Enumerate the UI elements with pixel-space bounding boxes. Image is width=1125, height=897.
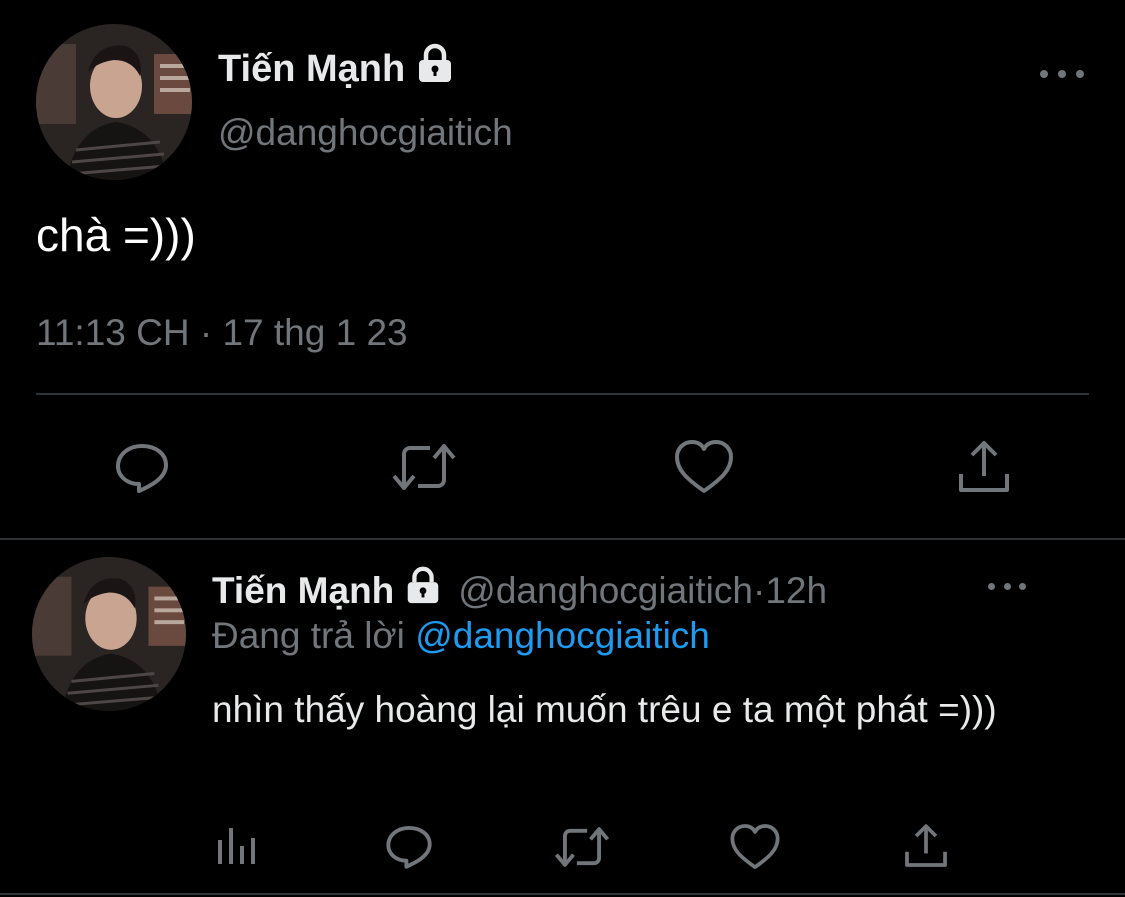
display-name[interactable]: Tiến Mạnh [218,48,405,91]
retweet-icon [554,827,610,867]
share-button[interactable] [900,820,952,872]
replying-to-label: Đang trả lời [212,615,405,656]
more-dot [1019,582,1026,590]
reply-button[interactable] [112,437,172,497]
avatar-photo [36,24,192,180]
main-display-name-row[interactable]: Tiến Mạnh [218,42,457,96]
lock-icon [413,42,457,96]
main-handle[interactable]: @danghocgiaitich [218,112,513,154]
thread-divider [0,538,1125,540]
lock-icon [402,565,444,616]
retweet-icon [392,444,456,490]
reply-icon [116,444,168,493]
like-icon [730,824,780,870]
more-dot [1058,70,1066,78]
replying-to-mention[interactable]: @danghocgiaitich [415,615,710,656]
reply-header: Tiến Mạnh @danghocgiaitich · 12h [212,565,827,616]
avatar-photo [32,557,186,711]
tweet-date: 17 thg 1 23 [222,312,408,353]
meta-separator: · [189,312,223,353]
tweet-timestamp[interactable]: 11:13 CH · 17 thg 1 23 [36,312,408,354]
more-icon[interactable] [988,576,1026,596]
replying-to: Đang trả lời @danghocgiaitich [212,615,710,657]
reply-icon [386,825,432,869]
more-dot [988,582,995,590]
more-dot [1040,70,1048,78]
share-icon [959,441,1009,492]
main-avatar[interactable] [36,24,192,180]
like-button[interactable] [728,822,782,872]
tweet-text: chà =))) [36,209,196,261]
tweet-time: 11:13 CH [36,312,190,353]
reply-display-name[interactable]: Tiến Mạnh [212,570,394,612]
more-dot [1076,70,1084,78]
reply-text: nhìn thấy hoàng lại muốn trêu e ta một p… [212,689,997,730]
analytics-button[interactable] [212,822,260,870]
reply-avatar[interactable] [32,557,186,711]
analytics-icon [218,828,255,864]
like-button[interactable] [672,437,736,497]
reply-time[interactable]: 12h [765,570,827,612]
share-icon [905,824,947,867]
like-icon [675,440,733,493]
reply-button[interactable] [383,820,435,872]
more-icon[interactable] [1040,62,1084,86]
bottom-divider [0,893,1125,895]
retweet-button[interactable] [552,822,612,872]
divider [36,393,1089,395]
share-button[interactable] [954,437,1014,497]
reply-handle[interactable]: @danghocgiaitich [458,570,753,612]
more-dot [1003,582,1011,590]
reply-separator: · [752,569,766,611]
retweet-button[interactable] [389,437,459,497]
